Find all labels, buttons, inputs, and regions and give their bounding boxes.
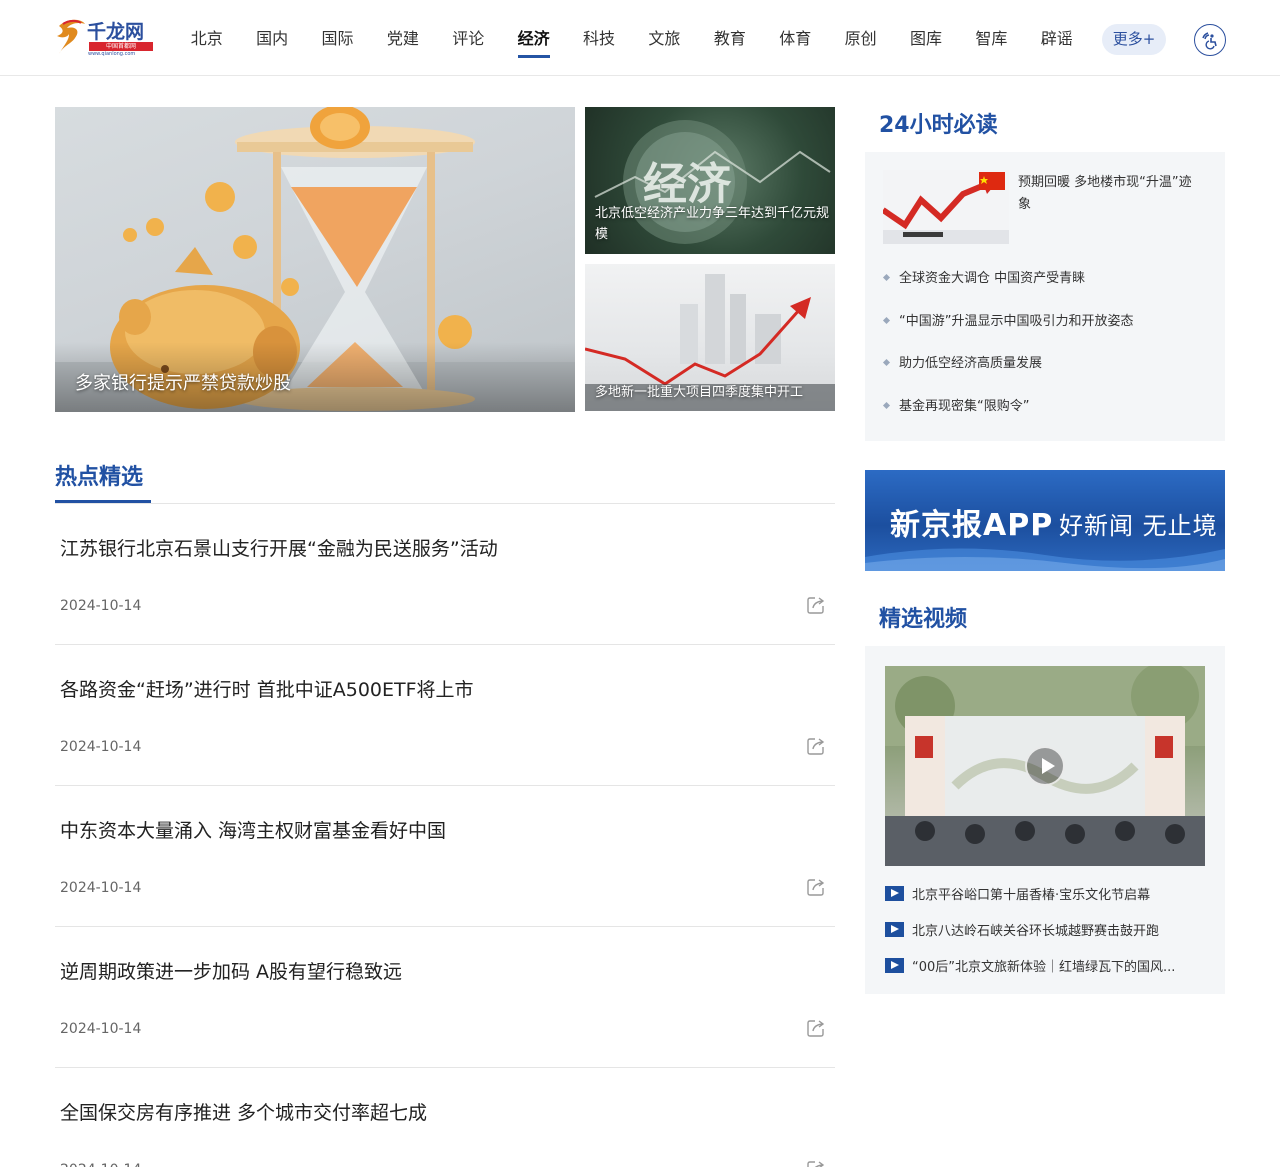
share-icon[interactable] <box>807 1160 825 1167</box>
news-item: 中东资本大量涌入 海湾主权财富基金看好中国 2024-10-14 <box>55 786 835 927</box>
list-item[interactable]: “中国游”升温显示中国吸引力和开放姿态 <box>883 310 1213 353</box>
nav-item-international[interactable]: 国际 <box>305 0 370 76</box>
video-title: “00后”北京文旅新体验｜红墙绿瓦下的国风... <box>912 960 1176 975</box>
hero-main-card[interactable]: 多家银行提示严禁贷款炒股 <box>55 107 575 412</box>
list-item[interactable]: 基金再现密集“限购令” <box>883 395 1213 438</box>
news-date: 2024-10-14 <box>60 739 142 755</box>
news-title[interactable]: 中东资本大量涌入 海湾主权财富基金看好中国 <box>60 816 446 843</box>
logo-name: 千龙网 <box>87 21 145 43</box>
nav-item-beijing[interactable]: 北京 <box>174 0 239 76</box>
news-title[interactable]: 各路资金“赶场”进行时 首批中证A500ETF将上市 <box>60 675 474 702</box>
news-date: 2024-10-14 <box>60 1162 141 1167</box>
hot-news-list: 江苏银行北京石景山支行开展“金融为民送服务”活动 2024-10-14 各路资金… <box>55 504 835 1167</box>
videos-box: 北京平谷峪口第十届香椿·宝乐文化节启幕 北京八达岭石峡关谷环长城越野赛击鼓开跑 … <box>865 646 1225 994</box>
news-item: 江苏银行北京石景山支行开展“金融为民送服务”活动 2024-10-14 <box>55 504 835 645</box>
nav-item-economy[interactable]: 经济 <box>501 0 566 76</box>
news-title[interactable]: 全国保交房有序推进 多个城市交付率超七成 <box>60 1098 427 1125</box>
video-thumbnail[interactable] <box>885 666 1205 866</box>
must-read-feature[interactable]: 预期回暖 多地楼市现“升温”迹象 <box>1018 172 1193 216</box>
hero-side-card-1[interactable]: 经济 北京低空经济产业力争三年达到千亿元规模 <box>585 107 835 254</box>
hot-section-title: 热点精选 <box>55 465 144 490</box>
accessibility-icon <box>1202 32 1217 50</box>
hero-side1-caption[interactable]: 北京低空经济产业力争三年达到千亿元规模 <box>595 203 831 245</box>
nav-item-sports[interactable]: 体育 <box>763 0 828 76</box>
xinjingbao-app-banner[interactable]: 新京报APP 好新闻 无止境 <box>865 470 1225 571</box>
dragon-logo-icon <box>57 19 85 54</box>
video-list-item[interactable]: “00后”北京文旅新体验｜红墙绿瓦下的国风... <box>885 956 1207 992</box>
must-read-list: 全球资金大调仓 中国资产受青睐 “中国游”升温显示中国吸引力和开放姿态 助力低空… <box>883 267 1213 437</box>
logo-subtitle: 中国首都网 <box>89 42 153 51</box>
hero-side2-caption[interactable]: 多地新一批重大项目四季度集中开工 <box>595 381 803 400</box>
play-icon[interactable] <box>1025 746 1065 786</box>
banner-app-name: 新京报APP <box>890 508 1054 543</box>
list-item[interactable]: 全球资金大调仓 中国资产受青睐 <box>883 267 1213 310</box>
must-read-thumbnail-image <box>883 170 1009 244</box>
nav-item-original[interactable]: 原创 <box>828 0 893 76</box>
video-list-item[interactable]: 北京平谷峪口第十届香椿·宝乐文化节启幕 <box>885 884 1207 920</box>
share-icon[interactable] <box>807 1019 825 1037</box>
news-date: 2024-10-14 <box>60 880 142 896</box>
logo-url: www.qianlong.com <box>88 51 136 57</box>
nav-item-education[interactable]: 教育 <box>697 0 762 76</box>
share-icon[interactable] <box>807 878 825 896</box>
nav-item-rumor-refute[interactable]: 辟谣 <box>1024 0 1089 76</box>
news-title[interactable]: 江苏银行北京石景山支行开展“金融为民送服务”活动 <box>60 534 498 561</box>
nav-item-domestic[interactable]: 国内 <box>239 0 304 76</box>
share-icon[interactable] <box>807 737 825 755</box>
nav-item-think-tank[interactable]: 智库 <box>959 0 1024 76</box>
news-date: 2024-10-14 <box>60 1021 142 1037</box>
must-read-title: 24小时必读 <box>879 113 998 138</box>
banner-slogan: 好新闻 无止境 <box>1059 512 1218 540</box>
must-read-thumbnail[interactable] <box>883 170 1009 244</box>
main-nav: 北京 国内 国际 党建 评论 经济 科技 文旅 教育 体育 原创 图库 智库 辟… <box>174 0 1089 76</box>
video-play-icon <box>885 886 904 901</box>
list-item[interactable]: 助力低空经济高质量发展 <box>883 352 1213 395</box>
site-header: 千龙网 中国首都网 www.qianlong.com 北京 国内 国际 党建 评… <box>0 0 1280 76</box>
video-play-icon <box>885 958 904 973</box>
hero-side-card-2[interactable]: 多地新一批重大项目四季度集中开工 <box>585 264 835 411</box>
video-list: 北京平谷峪口第十届香椿·宝乐文化节启幕 北京八达岭石峡关谷环长城越野赛击鼓开跑 … <box>885 884 1207 992</box>
more-button[interactable]: 更多+ <box>1102 24 1166 55</box>
must-read-box: 预期回暖 多地楼市现“升温”迹象 全球资金大调仓 中国资产受青睐 “中国游”升温… <box>865 152 1225 441</box>
nav-item-commentary[interactable]: 评论 <box>436 0 501 76</box>
site-logo[interactable]: 千龙网 中国首都网 www.qianlong.com <box>55 16 155 60</box>
videos-title: 精选视频 <box>879 607 968 632</box>
hero-main-caption[interactable]: 多家银行提示严禁贷款炒股 <box>75 369 291 395</box>
video-title: 北京八达岭石峡关谷环长城越野赛击鼓开跑 <box>912 924 1160 939</box>
nav-item-tech[interactable]: 科技 <box>566 0 631 76</box>
news-date: 2024-10-14 <box>60 598 142 614</box>
video-play-icon <box>885 922 904 937</box>
accessibility-button[interactable] <box>1194 24 1226 56</box>
share-icon[interactable] <box>807 596 825 614</box>
nav-item-gallery[interactable]: 图库 <box>893 0 958 76</box>
nav-item-culture-travel[interactable]: 文旅 <box>632 0 697 76</box>
video-list-item[interactable]: 北京八达岭石峡关谷环长城越野赛击鼓开跑 <box>885 920 1207 956</box>
news-item: 逆周期政策进一步加码 A股有望行稳致远 2024-10-14 <box>55 927 835 1068</box>
news-item: 全国保交房有序推进 多个城市交付率超七成 2024-10-14 <box>55 1068 835 1167</box>
news-item: 各路资金“赶场”进行时 首批中证A500ETF将上市 2024-10-14 <box>55 645 835 786</box>
video-title: 北京平谷峪口第十届香椿·宝乐文化节启幕 <box>912 888 1151 903</box>
news-title[interactable]: 逆周期政策进一步加码 A股有望行稳致远 <box>60 957 402 984</box>
nav-item-party[interactable]: 党建 <box>370 0 435 76</box>
